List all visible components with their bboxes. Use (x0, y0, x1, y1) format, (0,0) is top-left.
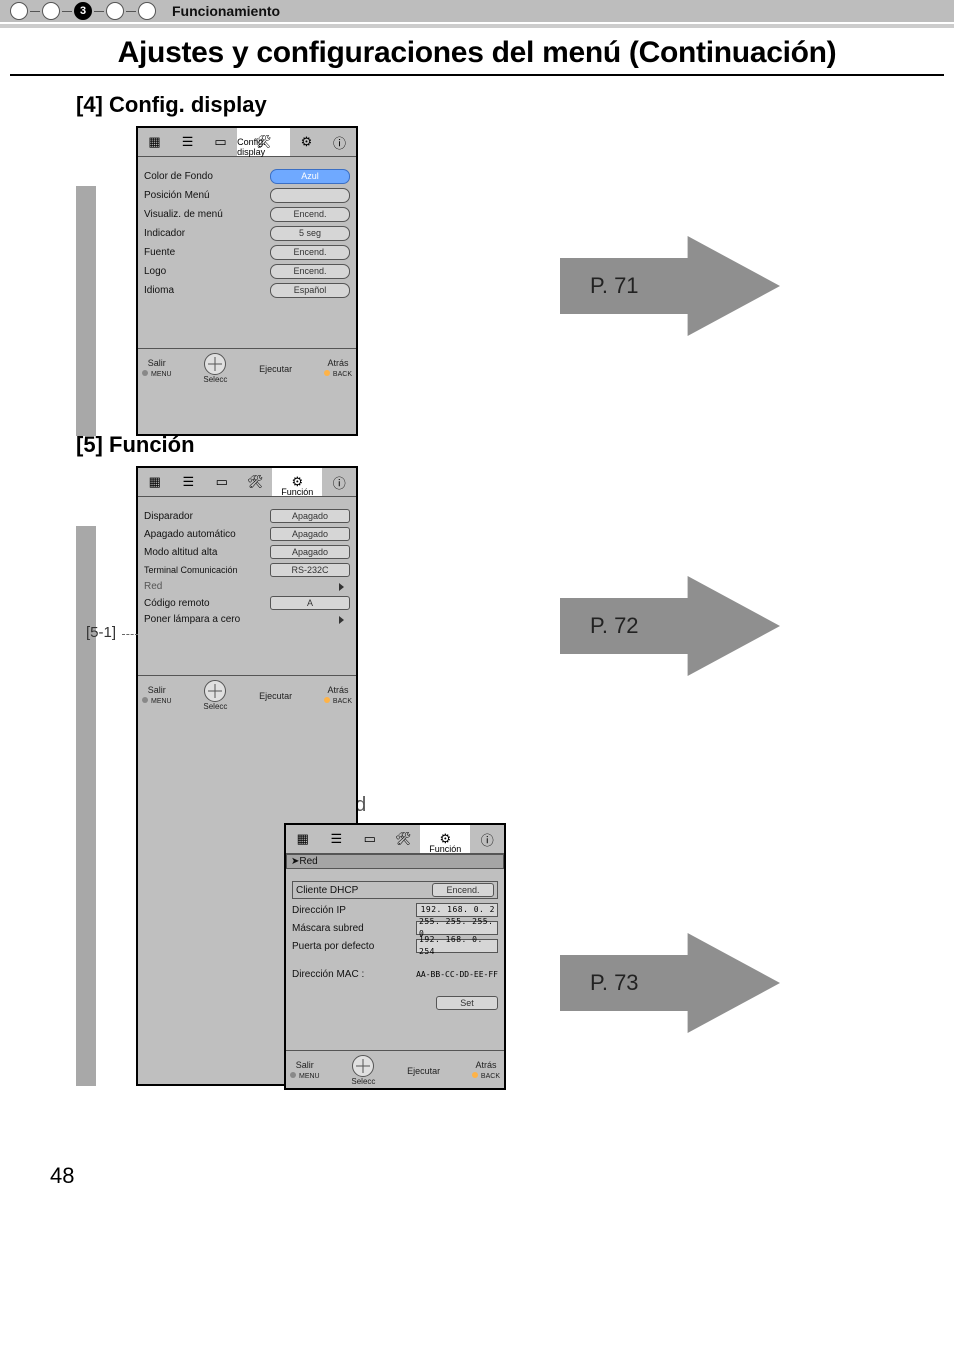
step-3-active: 3 (74, 2, 92, 20)
step-1 (10, 2, 28, 20)
tab-icon-2: ☰ (320, 825, 354, 853)
wrench-icon: 🛠 (395, 831, 412, 847)
menu-dot-icon (290, 1072, 296, 1078)
footer-salir: Salir MENU (290, 1060, 320, 1082)
submenu-red-header: ➤ Red (286, 854, 504, 869)
row-disparador[interactable]: DisparadorApagado (144, 509, 350, 523)
row-logo[interactable]: LogoEncend. (144, 264, 350, 279)
row-visualiz-menu[interactable]: Visualiz. de menúEncend. (144, 207, 350, 222)
row-codigo-remoto[interactable]: Código remotoA (144, 596, 350, 610)
info-icon: ⓘ (481, 830, 494, 849)
tab-icon-1: ▦ (138, 468, 172, 496)
page-ref-label: P. 71 (590, 273, 639, 299)
row-puerta-defecto[interactable]: Puerta por defecto192. 168. 0. 254 (292, 939, 498, 953)
tab-icon-2: ☰ (171, 128, 204, 156)
row-modo-altitud[interactable]: Modo altitud altaApagado (144, 545, 350, 559)
step-5 (138, 2, 156, 20)
footer-ejecutar: Ejecutar (259, 691, 292, 701)
osd-tab-strip: ▦ ☰ ▭ 🛠 ⚙ Función ⓘ (286, 825, 504, 854)
step-2 (42, 2, 60, 20)
row-indicador[interactable]: Indicador5 seg (144, 226, 350, 241)
tab-icon-1: ▦ (286, 825, 320, 853)
row-color-fondo[interactable]: Color de FondoAzul (144, 169, 350, 184)
step-4 (106, 2, 124, 20)
tab-icon-3: ▭ (204, 128, 237, 156)
tab-icon-info: ⓘ (322, 468, 356, 496)
tab-funcion-active: ⚙ Función (420, 825, 470, 853)
tab-icon-2: ☰ (172, 468, 206, 496)
tab-icon-4: 🛠 (387, 825, 421, 853)
tab-icon-3: ▭ (205, 468, 239, 496)
row-mascara-subred[interactable]: Máscara subred255. 255. 255. 0 (292, 921, 498, 935)
page-title: Ajustes y configuraciones del menú (Cont… (0, 28, 954, 74)
tab-icon-5: ⚙ (290, 128, 323, 156)
osd-body: Cliente DHCPEncend. Dirección IP192. 168… (286, 869, 504, 1050)
row-apagado-auto[interactable]: Apagado automáticoApagado (144, 527, 350, 541)
back-dot-icon (324, 697, 330, 703)
osd-footer: Salir MENU Selecc Ejecutar Atrás BACK (138, 348, 356, 386)
tab-icon-info: ⓘ (470, 825, 504, 853)
footer-ejecutar: Ejecutar (259, 364, 292, 374)
info-icon: ⓘ (333, 473, 346, 492)
osd-body: Color de FondoAzul Posición Menú Visuali… (138, 157, 356, 348)
row-set[interactable]: Set (292, 996, 498, 1010)
page-ref-arrow-71: P. 71 (560, 236, 780, 336)
row-direccion-mac: Dirección MAC :AA-BB-CC-DD-EE-FF (292, 969, 498, 980)
footer-salir: Salir MENU (142, 685, 172, 707)
row-posicion-menu[interactable]: Posición Menú (144, 188, 350, 203)
page-number: 48 (0, 1143, 954, 1199)
footer-joystick: Selecc (203, 353, 227, 384)
osd-body: DisparadorApagado Apagado automáticoApag… (138, 497, 356, 675)
header-bar: 3 Funcionamiento (0, 0, 954, 22)
osd-config-display: ▦ ☰ ▭ 🛠 Config. display ⚙ ⓘ Color de Fon… (136, 126, 358, 436)
footer-ejecutar: Ejecutar (407, 1066, 440, 1076)
tab-icon-3: ▭ (353, 825, 387, 853)
page-ref-label: P. 72 (590, 613, 639, 639)
osd-footer: Salir MENU Selecc Ejecutar Atrás BACK (138, 675, 356, 713)
joystick-icon (204, 680, 226, 702)
joystick-icon (352, 1055, 374, 1077)
row-red[interactable]: Red (144, 581, 350, 592)
row-terminal-comunicacion[interactable]: Terminal ComunicaciónRS-232C (144, 563, 350, 577)
footer-joystick: Selecc (203, 680, 227, 711)
chevron-right-icon (339, 616, 344, 624)
menu-dot-icon (142, 370, 148, 376)
footer-atras: Atrás BACK (324, 685, 352, 707)
footer-atras: Atrás BACK (324, 358, 352, 380)
annotation-leader-line (122, 634, 138, 635)
footer-salir: Salir MENU (142, 358, 172, 380)
page-ref-label: P. 73 (590, 970, 639, 996)
page-ref-arrow-72: P. 72 (560, 576, 780, 676)
tab-icon-4: 🛠 (239, 468, 273, 496)
progress-steps: 3 (10, 2, 156, 20)
menu-dot-icon (142, 697, 148, 703)
footer-joystick: Selecc (351, 1055, 375, 1086)
footer-atras: Atrás BACK (472, 1060, 500, 1082)
tab-funcion-active: ⚙ Función (272, 468, 322, 496)
side-tab-stub (76, 186, 96, 436)
chevron-right-icon (339, 583, 344, 591)
back-dot-icon (472, 1072, 478, 1078)
page-ref-arrow-73: P. 73 (560, 933, 780, 1033)
osd-red: ▦ ☰ ▭ 🛠 ⚙ Función ⓘ ➤ Red Cliente DHCPEn… (284, 823, 506, 1090)
row-poner-lampara[interactable]: Poner lámpara a cero (144, 614, 350, 625)
joystick-icon (204, 353, 226, 375)
section-4-heading: [4] Config. display (0, 76, 954, 126)
row-direccion-ip[interactable]: Dirección IP192. 168. 0. 2 (292, 903, 498, 917)
tab-config-display-active: 🛠 Config. display (237, 128, 290, 156)
row-idioma[interactable]: IdiomaEspañol (144, 283, 350, 298)
osd-tab-strip: ▦ ☰ ▭ 🛠 Config. display ⚙ ⓘ (138, 128, 356, 157)
wrench-icon: 🛠 (247, 474, 264, 490)
osd-footer: Salir MENU Selecc Ejecutar Atrás BACK (286, 1050, 504, 1088)
info-icon: ⓘ (333, 133, 346, 152)
back-dot-icon (324, 370, 330, 376)
annotation-5-1: [5-1] (86, 624, 116, 641)
row-cliente-dhcp[interactable]: Cliente DHCPEncend. (292, 881, 498, 899)
osd-tab-strip: ▦ ☰ ▭ 🛠 ⚙ Función ⓘ (138, 468, 356, 497)
tab-icon-info: ⓘ (323, 128, 356, 156)
tab-icon-1: ▦ (138, 128, 171, 156)
breadcrumb: Funcionamiento (172, 3, 280, 19)
row-fuente[interactable]: FuenteEncend. (144, 245, 350, 260)
